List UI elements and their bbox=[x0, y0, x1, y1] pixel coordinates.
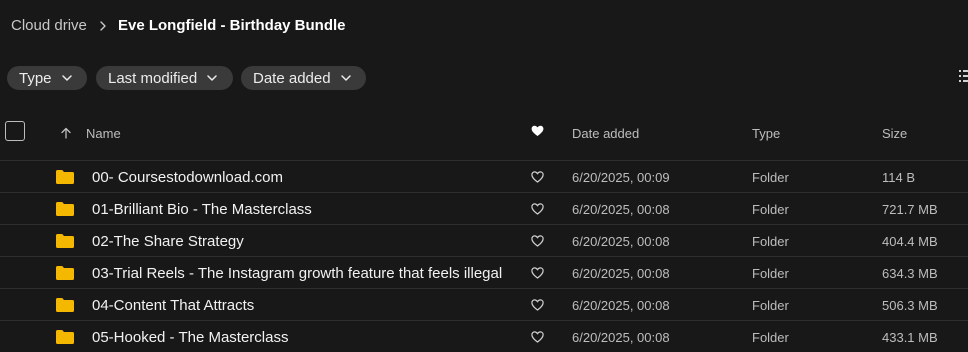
folder-icon bbox=[56, 170, 74, 184]
row-name: 04-Content That Attracts bbox=[92, 297, 255, 314]
table-row[interactable]: 05-Hooked - The Masterclass 6/20/2025, 0… bbox=[0, 321, 968, 352]
table-header: Name Date added Type Size bbox=[0, 112, 968, 161]
row-date-added: 6/20/2025, 00:09 bbox=[572, 170, 670, 185]
filter-date-added-button[interactable]: Date added bbox=[241, 66, 366, 90]
heart-outline-icon[interactable] bbox=[531, 171, 544, 183]
row-date-added: 6/20/2025, 00:08 bbox=[572, 202, 670, 217]
chevron-down-icon bbox=[61, 75, 72, 81]
row-name: 01-Brilliant Bio - The Masterclass bbox=[92, 201, 312, 218]
column-header-name[interactable]: Name bbox=[86, 126, 121, 141]
heart-outline-icon[interactable] bbox=[531, 203, 544, 215]
heart-outline-icon[interactable] bbox=[531, 299, 544, 311]
folder-icon bbox=[56, 202, 74, 216]
row-size: 721.7 MB bbox=[882, 202, 938, 217]
table-row[interactable]: 01-Brilliant Bio - The Masterclass 6/20/… bbox=[0, 193, 968, 225]
folder-icon bbox=[56, 266, 74, 280]
heart-outline-icon[interactable] bbox=[531, 331, 544, 343]
filter-type-label: Type bbox=[19, 69, 52, 87]
filter-date-added-label: Date added bbox=[253, 69, 331, 87]
row-date-added: 6/20/2025, 00:08 bbox=[572, 298, 670, 313]
row-size: 634.3 MB bbox=[882, 266, 938, 281]
row-name: 00- Coursestodownload.com bbox=[92, 169, 283, 186]
row-type: Folder bbox=[752, 266, 789, 281]
row-type: Folder bbox=[752, 298, 789, 313]
table-row[interactable]: 04-Content That Attracts 6/20/2025, 00:0… bbox=[0, 289, 968, 321]
table-row[interactable]: 00- Coursestodownload.com 6/20/2025, 00:… bbox=[0, 161, 968, 193]
column-header-size[interactable]: Size bbox=[882, 126, 907, 141]
arrow-up-icon[interactable] bbox=[60, 127, 72, 139]
heart-filled-icon[interactable] bbox=[531, 125, 544, 137]
list-view-icon[interactable] bbox=[957, 68, 968, 84]
column-header-type[interactable]: Type bbox=[752, 126, 780, 141]
filter-last-modified-button[interactable]: Last modified bbox=[96, 66, 233, 90]
chevron-down-icon bbox=[340, 75, 351, 81]
row-type: Folder bbox=[752, 330, 789, 345]
row-type: Folder bbox=[752, 202, 789, 217]
heart-outline-icon[interactable] bbox=[531, 235, 544, 247]
breadcrumb-current-folder: Eve Longfield - Birthday Bundle bbox=[118, 17, 346, 34]
row-size: 114 B bbox=[882, 170, 916, 185]
table-row[interactable]: 02-The Share Strategy 6/20/2025, 00:08 F… bbox=[0, 225, 968, 257]
chevron-right-icon bbox=[100, 21, 106, 31]
cloud-drive-page: Cloud drive Eve Longfield - Birthday Bun… bbox=[0, 0, 968, 352]
chevron-down-icon bbox=[207, 75, 217, 81]
heart-outline-icon[interactable] bbox=[531, 267, 544, 279]
row-name: 05-Hooked - The Masterclass bbox=[92, 329, 289, 346]
breadcrumb-root-link[interactable]: Cloud drive bbox=[11, 17, 87, 34]
row-size: 433.1 MB bbox=[882, 330, 938, 345]
select-all-checkbox[interactable] bbox=[5, 121, 25, 141]
row-type: Folder bbox=[752, 170, 789, 185]
row-date-added: 6/20/2025, 00:08 bbox=[572, 266, 670, 281]
row-name: 02-The Share Strategy bbox=[92, 233, 244, 250]
folder-icon bbox=[56, 330, 74, 344]
folder-icon bbox=[56, 234, 74, 248]
row-type: Folder bbox=[752, 234, 789, 249]
filter-last-modified-label: Last modified bbox=[108, 69, 198, 87]
row-size: 404.4 MB bbox=[882, 234, 938, 249]
column-header-date-added[interactable]: Date added bbox=[572, 126, 639, 141]
row-name: 03-Trial Reels - The Instagram growth fe… bbox=[92, 265, 503, 282]
folder-icon bbox=[56, 298, 74, 312]
table-row[interactable]: 03-Trial Reels - The Instagram growth fe… bbox=[0, 257, 968, 289]
row-date-added: 6/20/2025, 00:08 bbox=[572, 234, 670, 249]
row-size: 506.3 MB bbox=[882, 298, 938, 313]
row-date-added: 6/20/2025, 00:08 bbox=[572, 330, 670, 345]
filter-type-button[interactable]: Type bbox=[7, 66, 87, 90]
